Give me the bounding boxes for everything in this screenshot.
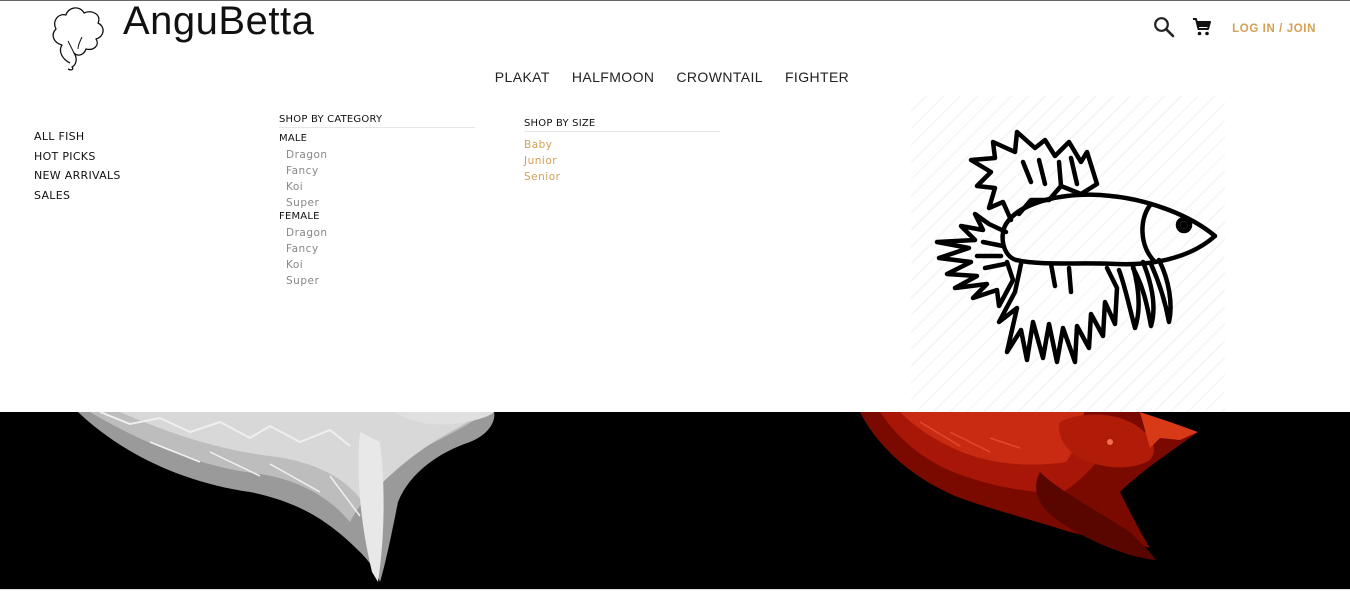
group-label-female: FEMALE (279, 211, 320, 222)
category-heading: SHOP BY CATEGORY (279, 114, 475, 128)
quick-link-all-fish[interactable]: ALL FISH (34, 127, 121, 147)
male-koi-link[interactable]: Koi (279, 179, 475, 195)
promo-image[interactable] (911, 96, 1225, 412)
female-super-link[interactable]: Super (279, 273, 475, 289)
white-betta-fins (78, 412, 495, 582)
group-label-male: MALE (279, 133, 308, 144)
size-heading: SHOP BY SIZE (524, 118, 720, 132)
cart-button[interactable] (1190, 15, 1214, 39)
brand-name[interactable]: AnguBetta (123, 1, 314, 44)
size-baby-link[interactable]: Baby (524, 137, 720, 153)
header-actions: LOG IN / JOIN (1152, 15, 1316, 39)
female-dragon-link[interactable]: Dragon (279, 225, 475, 241)
betta-fish-icon (934, 129, 1218, 365)
nav-item-halfmoon[interactable]: HALFMOON (572, 69, 655, 85)
page: AnguBetta LOG IN / JOIN PLAKAT HALFMOON … (0, 0, 1350, 602)
nav-item-plakat[interactable]: PLAKAT (495, 69, 550, 85)
shop-by-category: SHOP BY CATEGORY MALE Dragon Fancy Koi S… (279, 114, 475, 289)
female-fancy-link[interactable]: Fancy (279, 241, 475, 257)
quick-links: ALL FISH HOT PICKS NEW ARRIVALS SALES (34, 127, 121, 206)
search-button[interactable] (1152, 15, 1176, 39)
quick-link-sales[interactable]: SALES (34, 186, 121, 206)
nav-item-crowntail[interactable]: CROWNTAIL (676, 69, 763, 85)
search-icon (1154, 17, 1175, 38)
main-nav: PLAKAT HALFMOON CROWNTAIL FIGHTER (0, 67, 1350, 86)
red-betta-fish (860, 412, 1198, 560)
female-koi-link[interactable]: Koi (279, 257, 475, 273)
size-senior-link[interactable]: Senior (524, 169, 720, 185)
shop-by-size: SHOP BY SIZE Baby Junior Senior (524, 118, 720, 185)
bottom-strip (0, 589, 1350, 602)
login-join-link[interactable]: LOG IN / JOIN (1232, 23, 1316, 35)
male-fancy-link[interactable]: Fancy (279, 163, 475, 179)
tree-head-icon (52, 7, 104, 71)
nav-item-fighter[interactable]: FIGHTER (785, 69, 849, 85)
quick-link-new-arrivals[interactable]: NEW ARRIVALS (34, 166, 121, 186)
cart-icon (1193, 18, 1212, 36)
quick-link-hot-picks[interactable]: HOT PICKS (34, 147, 121, 167)
mega-menu: ALL FISH HOT PICKS NEW ARRIVALS SALES SH… (0, 96, 1350, 412)
male-super-link[interactable]: Super (279, 195, 475, 211)
logo[interactable] (48, 5, 106, 73)
size-junior-link[interactable]: Junior (524, 153, 720, 169)
male-dragon-link[interactable]: Dragon (279, 147, 475, 163)
hero-banner[interactable] (0, 412, 1350, 589)
